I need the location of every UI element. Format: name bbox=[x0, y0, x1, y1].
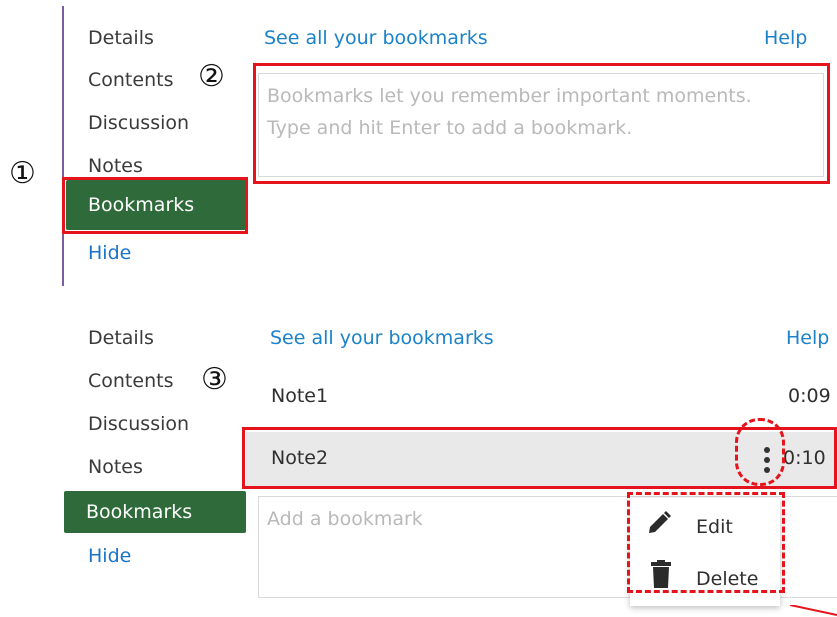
help-link-2[interactable]: Help bbox=[786, 327, 829, 349]
panel-divider bbox=[62, 6, 64, 286]
marker-three: ③ bbox=[201, 362, 228, 397]
nav-details[interactable]: Details bbox=[88, 27, 154, 49]
nav-notes-2[interactable]: Notes bbox=[88, 456, 143, 478]
pointer-line bbox=[790, 605, 837, 616]
marker-two: ② bbox=[198, 59, 225, 94]
marker-one: ① bbox=[9, 156, 36, 191]
see-all-bookmarks-link-2[interactable]: See all your bookmarks bbox=[270, 327, 494, 349]
nav-contents[interactable]: Contents bbox=[88, 69, 173, 91]
nav-discussion-2[interactable]: Discussion bbox=[88, 413, 189, 435]
nav-notes[interactable]: Notes bbox=[88, 155, 143, 177]
highlight-context-menu bbox=[627, 492, 785, 593]
help-link[interactable]: Help bbox=[764, 27, 807, 49]
highlight-more-options bbox=[735, 418, 785, 486]
nav-discussion[interactable]: Discussion bbox=[88, 112, 189, 134]
nav-details-2[interactable]: Details bbox=[88, 327, 154, 349]
bookmark-label-1[interactable]: Note1 bbox=[271, 385, 328, 407]
nav-bookmarks-active-2[interactable]: Bookmarks bbox=[64, 491, 246, 533]
nav-contents-2[interactable]: Contents bbox=[88, 370, 173, 392]
see-all-bookmarks-link[interactable]: See all your bookmarks bbox=[264, 27, 488, 49]
bookmark-time-1[interactable]: 0:09 bbox=[788, 385, 831, 407]
nav-hide-2[interactable]: Hide bbox=[88, 545, 131, 567]
highlight-bookmark-input bbox=[253, 63, 830, 184]
nav-hide[interactable]: Hide bbox=[88, 242, 131, 264]
highlight-bookmarks-tab bbox=[62, 177, 248, 234]
